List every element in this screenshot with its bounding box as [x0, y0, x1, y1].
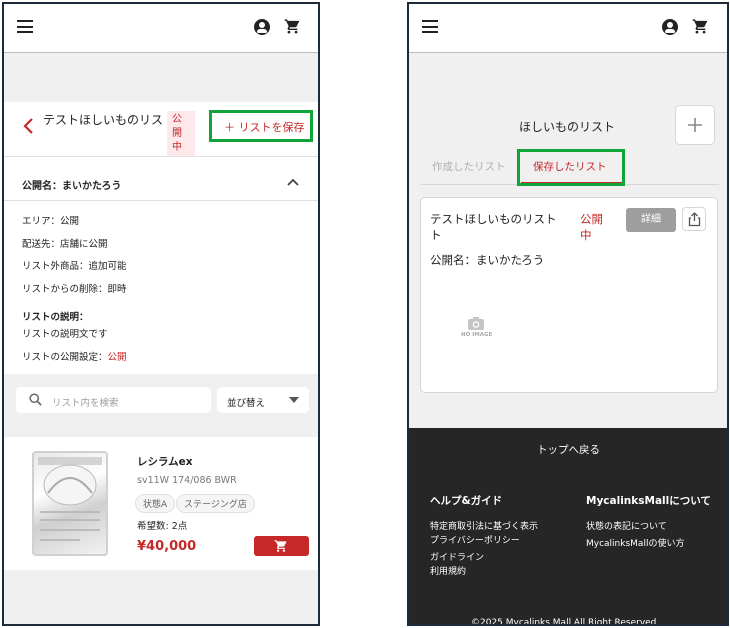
footer-link-terms[interactable]: 利用規約: [430, 564, 466, 577]
menu-icon[interactable]: [422, 20, 438, 33]
card-public-name: 公開名：まいかたろう: [430, 253, 545, 267]
wishlist-detail-screen: テストほしいものリスト 公開 中 ＋ リストを保存 公開名：まいかたろう エリア…: [2, 2, 320, 626]
condition-chip: 状態A: [135, 494, 176, 513]
description-text: リストの説明文です: [22, 329, 108, 340]
share-button[interactable]: [682, 207, 706, 231]
card-list-title: テストほしいものリスト: [430, 212, 557, 226]
footer-link-guidelines[interactable]: ガイドライン: [430, 550, 484, 563]
search-placeholder: リスト内を検索: [52, 398, 119, 409]
setting-area: エリア：公開: [22, 216, 80, 227]
card-art-icon: [38, 457, 102, 541]
search-icon: [29, 393, 42, 406]
cart-icon[interactable]: [692, 18, 709, 35]
public-name: 公開名：まいかたろう: [22, 181, 122, 192]
page-title: ほしいものリスト: [519, 120, 616, 134]
about-heading: MycalinksMallについて: [586, 495, 711, 507]
account-icon[interactable]: [662, 19, 678, 35]
divider: [4, 200, 318, 201]
card-status-line2: 中: [580, 228, 592, 242]
share-icon: [688, 212, 701, 227]
cart-icon: [274, 540, 287, 552]
wishlist-index-screen: ほしいものリスト 作成したリスト 保存したリスト テストほしいものリスト ト 公…: [407, 2, 729, 626]
product-name[interactable]: レシラムex: [137, 454, 193, 469]
visibility-value: 公開: [107, 352, 127, 363]
add-list-button[interactable]: [675, 105, 715, 145]
visibility-setting: リストの公開設定：公開: [22, 349, 127, 363]
back-to-top-link[interactable]: トップへ戻る: [537, 442, 600, 457]
tab-created-lists[interactable]: 作成したリスト: [432, 159, 506, 174]
description-heading: リストの説明：: [22, 312, 89, 323]
help-heading: ヘルプ&ガイド: [430, 495, 503, 507]
account-icon[interactable]: [254, 19, 270, 35]
back-chevron-icon[interactable]: [22, 117, 36, 135]
copyright: ©2025 Mycalinks Mall All Right Reserved: [471, 618, 657, 626]
setting-delivery: 配送先：店舗に公開: [22, 239, 108, 250]
product-price: ¥40,000: [137, 539, 197, 554]
footer-link-legal[interactable]: 特定商取引法に基づく表示: [430, 519, 538, 532]
status-badge-line2: 中: [172, 142, 182, 153]
no-image-label: NO IMAGE: [461, 332, 493, 338]
chevron-up-icon[interactable]: [287, 177, 299, 187]
site-footer: トップへ戻る ヘルプ&ガイド 特定商取引法に基づく表示 プライバシーポリシー ガ…: [409, 428, 727, 624]
app-bar: [4, 4, 318, 53]
cart-icon[interactable]: [284, 18, 301, 35]
status-badge: 公開 中: [167, 111, 195, 157]
add-to-cart-button[interactable]: [254, 536, 309, 556]
save-button-highlight: [209, 110, 313, 142]
app-bar: [409, 4, 727, 53]
plus-icon: [688, 118, 702, 132]
product-card-image[interactable]: [32, 451, 108, 556]
list-title: テストほしいものリスト: [43, 113, 176, 127]
menu-icon[interactable]: [17, 20, 33, 33]
footer-link-condition[interactable]: 状態の表記について: [586, 519, 667, 532]
status-badge-line1: 公開: [172, 114, 182, 139]
detail-button[interactable]: 詳細: [626, 208, 676, 232]
card-status-line1: 公開: [580, 212, 603, 226]
saved-tab-highlight: [517, 149, 625, 186]
setting-removal: リストからの削除：即時: [22, 284, 127, 295]
caret-down-icon: [289, 397, 299, 403]
footer-link-privacy[interactable]: プライバシーポリシー: [430, 533, 520, 546]
wanted-quantity: 希望数: 2点: [137, 521, 188, 532]
sort-label: 並び替え: [227, 398, 266, 409]
camera-icon: [468, 317, 484, 330]
card-list-title-wrap: ト: [430, 228, 442, 242]
footer-link-howto[interactable]: MycalinksMallの使い方: [586, 536, 684, 549]
visibility-label: リストの公開設定：: [22, 352, 108, 363]
store-chip: ステージング店: [176, 494, 255, 513]
product-code: sv11W 174/086 BWR: [137, 475, 237, 486]
setting-outside-items: リスト外商品：追加可能: [22, 261, 127, 272]
